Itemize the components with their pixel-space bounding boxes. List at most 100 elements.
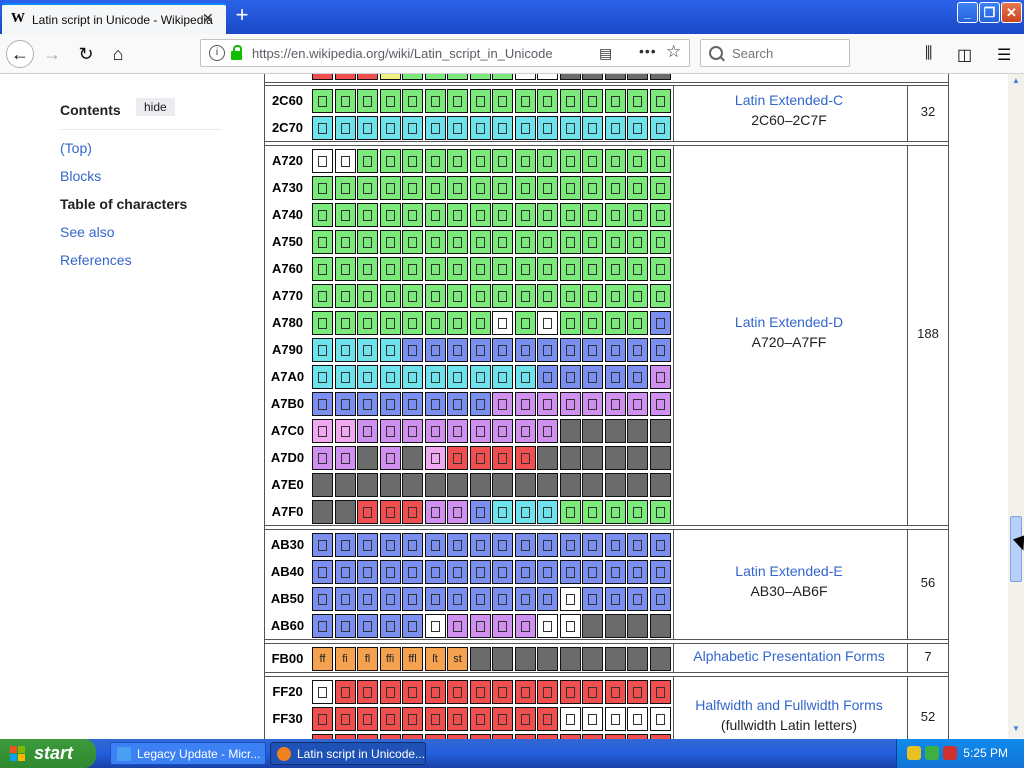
character-cell[interactable]	[604, 392, 626, 416]
url-bar[interactable]: i https://en.wikipedia.org/wiki/Latin_sc…	[200, 39, 690, 67]
character-cell[interactable]	[357, 338, 378, 362]
toc-item-top[interactable]: (Top)	[60, 140, 92, 156]
character-cell[interactable]	[357, 74, 378, 80]
character-cell[interactable]	[604, 89, 626, 113]
character-cell[interactable]	[604, 338, 626, 362]
character-cell[interactable]	[537, 680, 558, 704]
character-cell[interactable]	[379, 500, 401, 524]
character-cell[interactable]	[649, 311, 671, 335]
character-cell[interactable]	[492, 614, 513, 638]
character-cell[interactable]	[379, 284, 401, 308]
character-cell[interactable]	[649, 392, 671, 416]
character-cell[interactable]	[492, 203, 513, 227]
character-cell[interactable]	[492, 284, 513, 308]
character-cell[interactable]	[492, 74, 513, 80]
character-cell[interactable]	[649, 338, 671, 362]
character-cell[interactable]	[582, 230, 603, 254]
character-cell[interactable]	[537, 338, 558, 362]
character-cell[interactable]	[379, 446, 401, 470]
character-cell[interactable]: ffi	[379, 647, 401, 671]
character-cell[interactable]	[469, 587, 491, 611]
character-cell[interactable]	[649, 707, 671, 731]
character-cell[interactable]	[379, 365, 401, 389]
character-cell[interactable]	[469, 284, 491, 308]
character-cell[interactable]	[559, 311, 581, 335]
character-cell[interactable]	[424, 614, 446, 638]
character-cell[interactable]	[357, 230, 378, 254]
reload-button[interactable]: ↻	[72, 40, 100, 68]
character-cell[interactable]	[424, 116, 446, 140]
character-cell[interactable]	[334, 176, 356, 200]
character-cell[interactable]	[582, 203, 603, 227]
character-cell[interactable]	[424, 533, 446, 557]
character-cell[interactable]	[649, 257, 671, 281]
character-cell[interactable]	[447, 338, 468, 362]
character-cell[interactable]	[559, 203, 581, 227]
character-cell[interactable]	[402, 284, 423, 308]
character-cell[interactable]	[649, 365, 671, 389]
character-cell[interactable]	[447, 311, 468, 335]
character-cell[interactable]	[379, 176, 401, 200]
character-cell[interactable]	[559, 587, 581, 611]
character-cell[interactable]	[379, 392, 401, 416]
character-cell[interactable]	[447, 419, 468, 443]
character-cell[interactable]	[604, 560, 626, 584]
character-cell[interactable]	[379, 338, 401, 362]
character-cell[interactable]	[582, 500, 603, 524]
character-cell[interactable]	[514, 74, 536, 80]
character-cell[interactable]	[402, 707, 423, 731]
character-cell[interactable]	[469, 149, 491, 173]
character-cell[interactable]	[402, 230, 423, 254]
block-name-link[interactable]: Latin Extended-C	[674, 92, 904, 108]
character-cell[interactable]	[627, 365, 648, 389]
character-cell[interactable]	[379, 311, 401, 335]
character-cell[interactable]	[559, 338, 581, 362]
character-cell[interactable]	[514, 707, 536, 731]
character-cell[interactable]	[469, 533, 491, 557]
character-cell[interactable]	[357, 587, 378, 611]
character-cell[interactable]	[312, 560, 333, 584]
character-cell[interactable]	[492, 311, 513, 335]
character-cell[interactable]	[649, 203, 671, 227]
character-cell[interactable]	[559, 257, 581, 281]
character-cell[interactable]	[537, 230, 558, 254]
character-cell[interactable]	[424, 446, 446, 470]
character-cell[interactable]	[334, 203, 356, 227]
character-cell[interactable]	[379, 560, 401, 584]
character-cell[interactable]	[649, 89, 671, 113]
character-cell[interactable]	[627, 707, 648, 731]
character-cell[interactable]	[357, 116, 378, 140]
character-cell[interactable]	[312, 392, 333, 416]
search-input[interactable]: Search	[700, 39, 850, 67]
character-cell[interactable]	[514, 338, 536, 362]
character-cell[interactable]	[492, 533, 513, 557]
character-cell[interactable]	[537, 707, 558, 731]
character-cell[interactable]	[649, 230, 671, 254]
character-cell[interactable]	[447, 614, 468, 638]
character-cell[interactable]	[469, 680, 491, 704]
character-cell[interactable]	[379, 614, 401, 638]
scroll-up-icon[interactable]: ▲	[1010, 76, 1022, 88]
character-cell[interactable]	[379, 116, 401, 140]
character-cell[interactable]	[424, 284, 446, 308]
network-icon[interactable]	[925, 746, 939, 760]
character-cell[interactable]	[379, 89, 401, 113]
character-cell[interactable]	[537, 116, 558, 140]
character-cell[interactable]	[379, 419, 401, 443]
character-cell[interactable]	[492, 230, 513, 254]
character-cell[interactable]	[312, 149, 333, 173]
character-cell[interactable]	[649, 74, 671, 80]
character-cell[interactable]	[604, 116, 626, 140]
page-actions-icon[interactable]: •••	[639, 43, 657, 59]
character-cell[interactable]	[492, 116, 513, 140]
character-cell[interactable]	[469, 446, 491, 470]
character-cell[interactable]	[424, 707, 446, 731]
character-cell[interactable]	[424, 500, 446, 524]
character-cell[interactable]	[514, 533, 536, 557]
character-cell[interactable]	[357, 392, 378, 416]
character-cell[interactable]	[627, 680, 648, 704]
back-button[interactable]: ←	[6, 40, 34, 68]
character-cell[interactable]	[649, 500, 671, 524]
toc-hide-button[interactable]: hide	[136, 98, 175, 116]
character-cell[interactable]	[334, 707, 356, 731]
